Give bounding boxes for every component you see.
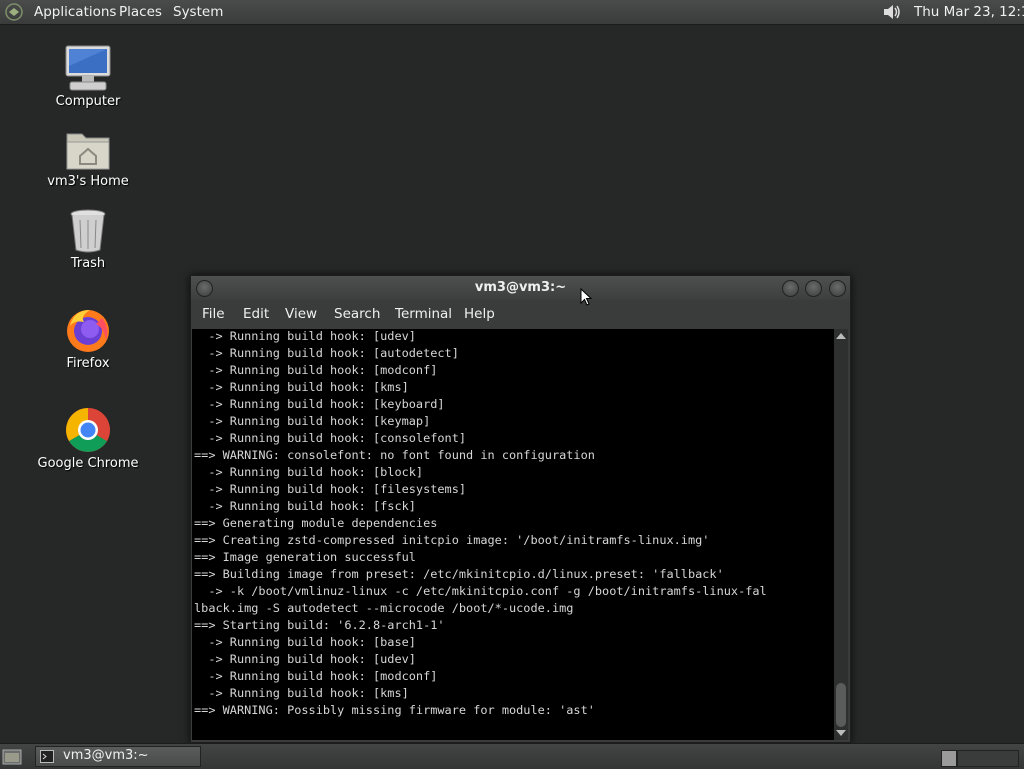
minimize-button[interactable]: [782, 280, 799, 297]
bottom-panel: vm3@vm3:~: [0, 743, 1024, 769]
top-panel: Applications Places System Thu Mar 23, 1…: [0, 0, 1024, 25]
workspace-2[interactable]: [957, 750, 1019, 767]
scrollbar-thumb[interactable]: [836, 683, 846, 727]
desktop-icon-home[interactable]: vm3's Home: [33, 128, 143, 189]
window-titlebar[interactable]: vm3@vm3:~: [191, 276, 850, 300]
menu-view[interactable]: View: [285, 306, 317, 322]
mouse-cursor-icon: [580, 288, 593, 306]
workspace-1[interactable]: [941, 750, 957, 767]
distro-logo-icon[interactable]: [5, 3, 23, 21]
clock[interactable]: Thu Mar 23, 12:15: [914, 3, 1024, 21]
taskbar-item-terminal[interactable]: vm3@vm3:~: [35, 746, 201, 767]
scroll-up-arrow-icon[interactable]: [836, 333, 846, 339]
menu-search[interactable]: Search: [334, 306, 380, 322]
menu-edit[interactable]: Edit: [243, 306, 269, 322]
close-button[interactable]: [829, 280, 846, 297]
menu-terminal[interactable]: Terminal: [395, 306, 452, 322]
menu-places[interactable]: Places: [119, 3, 162, 21]
desktop-icon-label: vm3's Home: [47, 174, 129, 189]
desktop-icon-computer[interactable]: Computer: [33, 44, 143, 109]
desktop-icon-firefox[interactable]: Firefox: [33, 306, 143, 371]
desktop-icon-label: Google Chrome: [37, 456, 139, 471]
terminal-window: vm3@vm3:~ File Edit View Search Terminal…: [190, 275, 851, 743]
firefox-icon: [67, 310, 109, 352]
menu-system[interactable]: System: [173, 3, 223, 21]
menu-file[interactable]: File: [202, 306, 225, 322]
terminal-text: -> Running build hook: [udev] -> Running…: [194, 329, 767, 717]
maximize-button[interactable]: [805, 280, 822, 297]
desktop-icon-label: Firefox: [66, 356, 110, 371]
taskbar-item-label: vm3@vm3:~: [63, 748, 149, 763]
terminal-menubar: File Edit View Search Terminal Help: [191, 300, 850, 328]
desktop-icon-chrome[interactable]: Google Chrome: [33, 406, 143, 471]
speaker-icon[interactable]: [881, 2, 903, 22]
desktop-icon-label: Trash: [70, 256, 106, 271]
computer-icon: [65, 45, 111, 91]
chrome-icon: [66, 408, 110, 452]
terminal-scrollbar[interactable]: [834, 329, 848, 740]
menu-help[interactable]: Help: [464, 306, 495, 322]
show-desktop-icon[interactable]: [2, 748, 22, 766]
terminal-icon: [40, 750, 54, 763]
trash-icon: [70, 209, 106, 253]
scroll-down-arrow-icon[interactable]: [836, 730, 846, 736]
home-folder-icon: [66, 133, 110, 170]
desktop-icon-label: Computer: [55, 94, 121, 109]
terminal-output[interactable]: -> Running build hook: [udev] -> Running…: [192, 329, 834, 740]
window-title: vm3@vm3:~: [474, 280, 567, 295]
menu-applications[interactable]: Applications: [34, 3, 116, 21]
desktop-icon-trash[interactable]: Trash: [33, 208, 143, 271]
